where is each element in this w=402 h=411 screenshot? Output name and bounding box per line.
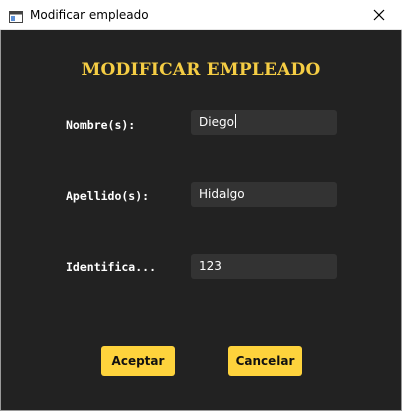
window-title: Modificar empleado xyxy=(30,8,149,22)
text-caret xyxy=(234,114,236,128)
form-heading: MODIFICAR EMPLEADO xyxy=(81,60,321,80)
last-name-input[interactable]: Hidalgo xyxy=(191,182,337,207)
accept-button[interactable]: Aceptar xyxy=(101,346,175,376)
first-name-label: Nombre(s): xyxy=(66,118,136,132)
first-name-value: Diego xyxy=(199,115,234,129)
form-panel: MODIFICAR EMPLEADO Nombre(s): Diego Apel… xyxy=(1,30,401,410)
close-icon xyxy=(373,9,385,21)
identification-value: 123 xyxy=(199,259,222,273)
identification-label: Identifica... xyxy=(66,260,157,274)
last-name-label: Apellido(s): xyxy=(66,189,150,203)
title-bar: Modificar empleado xyxy=(0,0,402,30)
last-name-value: Hidalgo xyxy=(199,187,245,201)
close-button[interactable] xyxy=(356,0,402,30)
app-window-icon xyxy=(9,8,23,23)
identification-input[interactable]: 123 xyxy=(191,254,337,279)
cancel-button[interactable]: Cancelar xyxy=(228,346,302,376)
first-name-input[interactable]: Diego xyxy=(191,110,337,135)
